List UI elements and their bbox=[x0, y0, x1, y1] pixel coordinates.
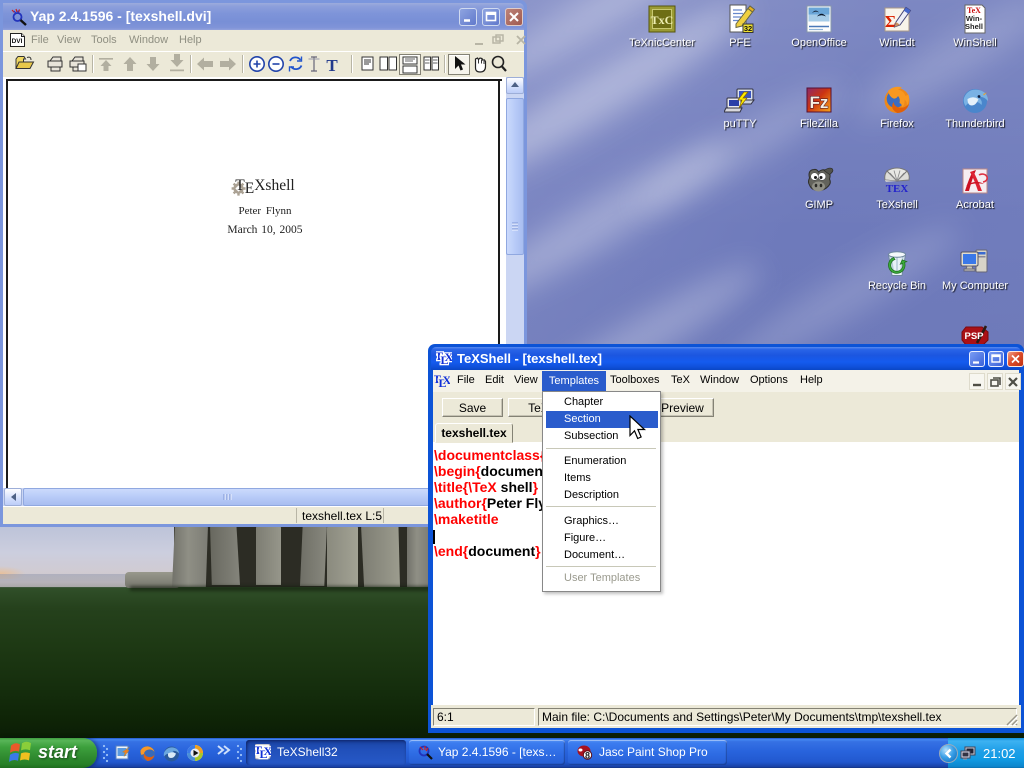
svg-text:DVI: DVI bbox=[12, 38, 23, 45]
svg-text:X: X bbox=[443, 373, 451, 387]
svg-text:TxC: TxC bbox=[651, 13, 674, 27]
svg-text:8: 8 bbox=[585, 751, 590, 761]
svg-text:Shell: Shell bbox=[965, 22, 983, 31]
svg-text:Σ: Σ bbox=[885, 12, 896, 31]
svg-text:Fz: Fz bbox=[810, 93, 829, 112]
svg-text:T: T bbox=[326, 56, 338, 75]
svg-text:X: X bbox=[264, 744, 272, 758]
svg-text:32: 32 bbox=[744, 24, 752, 33]
svg-text:X: X bbox=[445, 350, 453, 364]
svg-text:PSP: PSP bbox=[964, 331, 984, 342]
svg-text:TEX: TEX bbox=[886, 183, 909, 195]
